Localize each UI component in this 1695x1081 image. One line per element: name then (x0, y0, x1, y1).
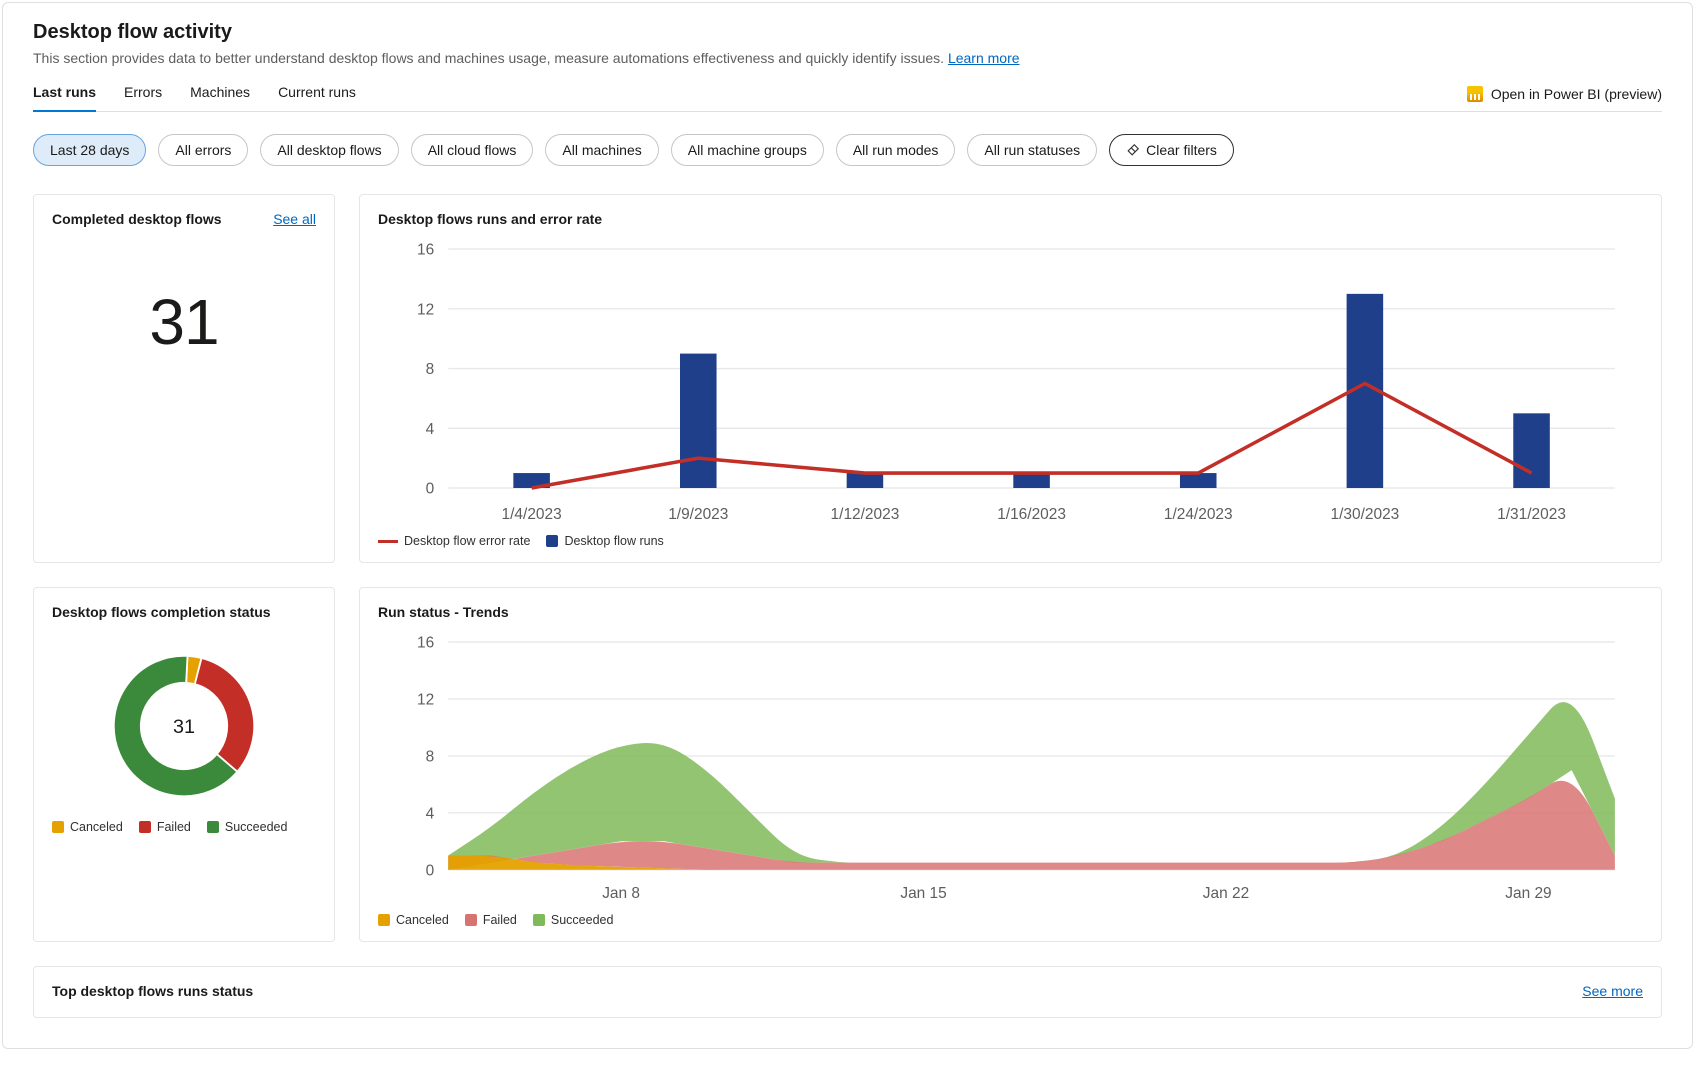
svg-text:Jan 8: Jan 8 (602, 885, 640, 902)
filter-cloud-flows[interactable]: All cloud flows (411, 134, 534, 166)
svg-text:1/12/2023: 1/12/2023 (831, 506, 900, 523)
tabs: Last runs Errors Machines Current runs (33, 84, 1467, 111)
filter-date-range[interactable]: Last 28 days (33, 134, 146, 166)
power-bi-icon (1467, 86, 1483, 102)
card-completion-status: Desktop flows completion status 31 Cance… (33, 587, 335, 942)
legend-item-error-rate: Desktop flow error rate (378, 534, 530, 548)
open-in-power-bi-label: Open in Power BI (preview) (1491, 86, 1662, 102)
legend-item-canceled: Canceled (378, 913, 449, 927)
svg-text:31: 31 (173, 716, 195, 738)
legend-item-failed: Failed (139, 820, 191, 834)
legend-item-canceled: Canceled (52, 820, 123, 834)
tab-machines[interactable]: Machines (190, 84, 250, 111)
svg-text:12: 12 (417, 301, 434, 318)
svg-text:1/4/2023: 1/4/2023 (502, 506, 562, 523)
legend-item-failed: Failed (465, 913, 517, 927)
square-swatch-icon (546, 535, 558, 547)
card-header: Run status - Trends (378, 604, 1643, 620)
legend-label: Succeeded (225, 820, 288, 834)
card-header: Desktop flows completion status (52, 604, 316, 620)
legend-label: Canceled (396, 913, 449, 927)
square-swatch-icon (465, 914, 477, 926)
tab-last-runs[interactable]: Last runs (33, 84, 96, 112)
card-title: Desktop flows completion status (52, 604, 271, 620)
see-all-link[interactable]: See all (273, 211, 316, 227)
open-in-power-bi-button[interactable]: Open in Power BI (preview) (1467, 86, 1662, 110)
legend-label: Succeeded (551, 913, 614, 927)
filter-run-statuses[interactable]: All run statuses (967, 134, 1097, 166)
card-completed-flows: Completed desktop flows See all 31 (33, 194, 335, 563)
completion-donut-chart: 31 (52, 628, 316, 816)
trends-chart: 0 4 8 12 16 Jan 8 Jan 15 Jan 22 Jan 29 (378, 628, 1643, 909)
tab-errors[interactable]: Errors (124, 84, 162, 111)
legend-label: Desktop flow runs (564, 534, 663, 548)
card-header: Top desktop flows runs status See more (52, 983, 1643, 999)
clear-filters-label: Clear filters (1146, 142, 1217, 158)
card-runs-error-rate: Desktop flows runs and error rate 0 4 8 12 1… (359, 194, 1662, 563)
legend-label: Canceled (70, 820, 123, 834)
svg-text:12: 12 (417, 692, 434, 709)
legend-item-succeeded: Succeeded (533, 913, 614, 927)
eraser-icon (1126, 143, 1140, 157)
svg-text:4: 4 (426, 421, 435, 438)
svg-text:8: 8 (426, 749, 435, 766)
learn-more-link[interactable]: Learn more (948, 50, 1020, 66)
svg-text:16: 16 (417, 635, 434, 652)
svg-text:16: 16 (417, 242, 434, 259)
card-header: Completed desktop flows See all (52, 211, 316, 227)
legend-label: Failed (157, 820, 191, 834)
svg-text:Jan 15: Jan 15 (900, 885, 946, 902)
filter-errors[interactable]: All errors (158, 134, 248, 166)
tab-bar: Last runs Errors Machines Current runs O… (33, 84, 1662, 112)
legend-label: Desktop flow error rate (404, 534, 530, 548)
card-title: Completed desktop flows (52, 211, 222, 227)
filter-bar: Last 28 days All errors All desktop flow… (33, 134, 1662, 166)
svg-text:1/16/2023: 1/16/2023 (997, 506, 1066, 523)
filter-machine-groups[interactable]: All machine groups (671, 134, 824, 166)
svg-text:1/9/2023: 1/9/2023 (668, 506, 728, 523)
legend-item-runs: Desktop flow runs (546, 534, 663, 548)
card-title: Run status - Trends (378, 604, 509, 620)
svg-text:Jan 22: Jan 22 (1203, 885, 1249, 902)
square-swatch-icon (52, 821, 64, 833)
trends-legend: Canceled Failed Succeeded (378, 913, 1643, 927)
line-swatch-icon (378, 540, 398, 543)
square-swatch-icon (207, 821, 219, 833)
square-swatch-icon (533, 914, 545, 926)
square-swatch-icon (378, 914, 390, 926)
legend-item-succeeded: Succeeded (207, 820, 288, 834)
card-top-flows: Top desktop flows runs status See more (33, 966, 1662, 1018)
svg-text:8: 8 (426, 361, 435, 378)
filter-run-modes[interactable]: All run modes (836, 134, 956, 166)
svg-text:1/31/2023: 1/31/2023 (1497, 506, 1566, 523)
svg-text:0: 0 (426, 481, 435, 498)
card-header: Desktop flows runs and error rate (378, 211, 1643, 227)
page-container: Desktop flow activity This section provi… (2, 2, 1693, 1049)
see-more-link[interactable]: See more (1582, 983, 1643, 999)
legend-label: Failed (483, 913, 517, 927)
card-run-status-trends: Run status - Trends 0 4 8 12 16 Jan 8 Jan 15 Ja… (359, 587, 1662, 942)
clear-filters-button[interactable]: Clear filters (1109, 134, 1234, 166)
svg-text:0: 0 (426, 863, 435, 880)
runs-error-legend: Desktop flow error rate Desktop flow run… (378, 534, 1643, 548)
runs-error-chart: 0 4 8 12 16 1/4/2023 1/9/2023 1/12/2023 1/16/202… (378, 235, 1643, 530)
card-title: Top desktop flows runs status (52, 983, 253, 999)
svg-text:Jan 29: Jan 29 (1505, 885, 1551, 902)
completed-flows-count: 31 (52, 235, 316, 419)
svg-text:1/24/2023: 1/24/2023 (1164, 506, 1233, 523)
page-title: Desktop flow activity (33, 21, 1662, 44)
dashboard-grid: Completed desktop flows See all 31 Deskt… (33, 194, 1662, 1018)
tab-current-runs[interactable]: Current runs (278, 84, 356, 111)
filter-desktop-flows[interactable]: All desktop flows (260, 134, 398, 166)
svg-text:1/30/2023: 1/30/2023 (1331, 506, 1400, 523)
page-description-text: This section provides data to better und… (33, 50, 944, 66)
card-title: Desktop flows runs and error rate (378, 211, 602, 227)
svg-text:4: 4 (426, 806, 435, 823)
completion-legend: Canceled Failed Succeeded (52, 820, 316, 834)
square-swatch-icon (139, 821, 151, 833)
filter-machines[interactable]: All machines (545, 134, 658, 166)
page-description: This section provides data to better und… (33, 50, 1662, 66)
